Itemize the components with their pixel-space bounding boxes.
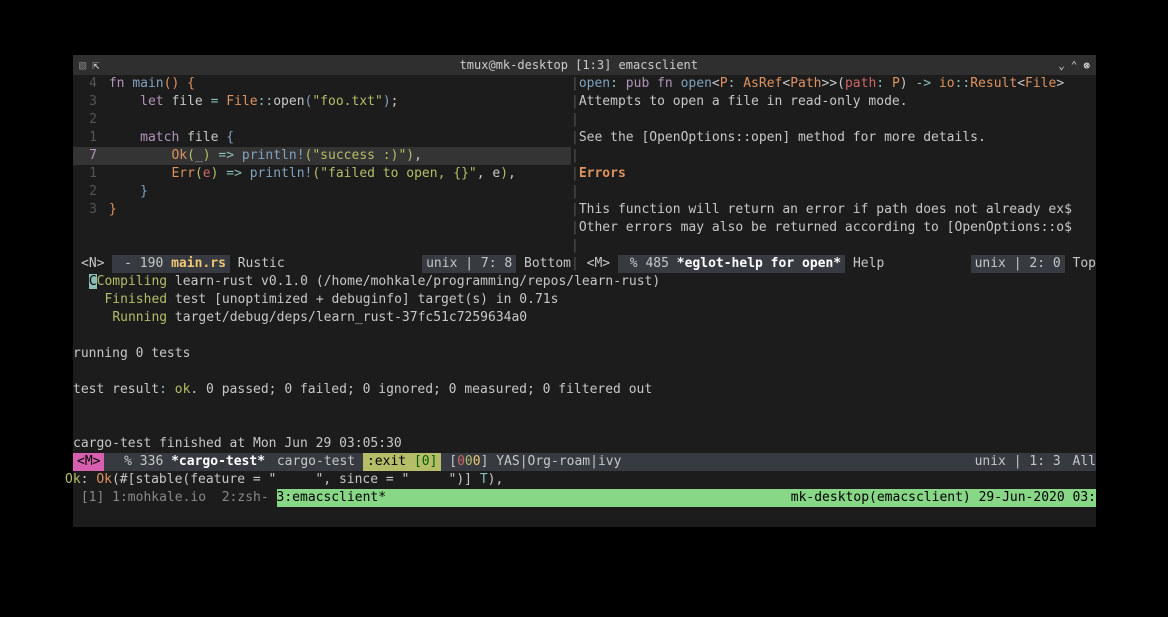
doc-line: Attempts to open a file in read-only mod… bbox=[579, 93, 908, 111]
tmux-window[interactable]: 1:mohkale.io bbox=[112, 489, 222, 507]
window-title: tmux@mk-desktop [1:3] emacsclient bbox=[99, 58, 1058, 72]
maximize-icon[interactable]: ⌃ bbox=[1071, 59, 1078, 72]
tmux-session[interactable]: [1] bbox=[73, 489, 112, 507]
line-number: 2 bbox=[73, 183, 101, 201]
top-split: 4 fn main() { 3 let file = File::open("f… bbox=[73, 75, 1096, 255]
code-content: fn main() { bbox=[101, 75, 571, 93]
buffer-name: *cargo-test* bbox=[171, 454, 265, 469]
titlebar-right-icons: ⌄ ⌃ ⊗ bbox=[1058, 59, 1090, 72]
compile-label: Compiling bbox=[97, 274, 167, 289]
buffer-name: main.rs bbox=[171, 256, 226, 271]
evil-marker: <M> bbox=[73, 453, 104, 471]
line-number: 3 bbox=[73, 93, 101, 111]
finished-line: cargo-test finished at Mon Jun 29 03:05:… bbox=[73, 435, 1096, 453]
running-tests: running 0 tests bbox=[73, 345, 1096, 363]
code-content bbox=[101, 111, 571, 129]
line-number: 2 bbox=[73, 111, 101, 129]
ml-right: <M> % 485 *eglot-help for open* Help uni… bbox=[579, 255, 1096, 273]
app-icon: ▧ bbox=[79, 58, 86, 72]
code-content: match file { bbox=[101, 129, 571, 147]
code-pane[interactable]: 4 fn main() { 3 let file = File::open("f… bbox=[73, 75, 571, 255]
ml-left: <N> - 190 main.rs Rustic unix | 7: 8 Bot… bbox=[73, 255, 571, 273]
evil-marker: <N> bbox=[81, 255, 104, 273]
editor-area: 4 fn main() { 3 let file = File::open("f… bbox=[73, 75, 1096, 527]
code-content: Err(e) => println!("failed to open, {}",… bbox=[101, 165, 571, 183]
minimize-icon[interactable]: ⌄ bbox=[1058, 59, 1065, 72]
line-number: 3 bbox=[73, 201, 101, 219]
minibuffer[interactable]: Ok: Ok(#[stable(feature = " ", since = "… bbox=[65, 471, 1096, 489]
line-number: 7 bbox=[73, 147, 101, 165]
major-mode: cargo-test bbox=[277, 453, 355, 471]
tmux-window[interactable]: 2:zsh- bbox=[222, 489, 277, 507]
doc-line: Other errors may also be returned accord… bbox=[579, 219, 1072, 237]
tmux-window-active[interactable]: 3:emacsclient* bbox=[277, 489, 387, 507]
running-label: Running bbox=[112, 310, 167, 325]
code-content: } bbox=[101, 183, 571, 201]
major-mode: Help bbox=[853, 255, 884, 273]
modeline-cargo: <M> % 336 *cargo-test* cargo-test :exit … bbox=[73, 453, 1096, 471]
line-number: 1 bbox=[73, 129, 101, 147]
code-content: let file = File::open("foo.txt"); bbox=[101, 93, 571, 111]
finished-label: Finished bbox=[104, 292, 167, 307]
exit-badge: :exit [0] bbox=[363, 453, 441, 471]
help-pane[interactable]: |open: pub fn open<P: AsRef<Path>>(path:… bbox=[571, 75, 1096, 255]
pin-icon[interactable]: ⇱ bbox=[92, 58, 99, 72]
compilation-pane[interactable]: CCompiling learn-rust v0.1.0 (/home/mohk… bbox=[73, 273, 1096, 453]
doc-line: See the [OpenOptions::open] method for m… bbox=[579, 129, 986, 147]
tmux-status: [1] 1:mohkale.io 2:zsh- 3:emacsclient* m… bbox=[73, 489, 1096, 507]
doc-line: open: pub fn open<P: AsRef<Path>>(path: … bbox=[579, 75, 1064, 93]
code-content: Ok(_) => println!("success :)"), bbox=[101, 147, 571, 165]
modeline-row: <N> - 190 main.rs Rustic unix | 7: 8 Bot… bbox=[73, 255, 1096, 273]
line-number: 4 bbox=[73, 75, 101, 93]
evil-marker: <M> bbox=[587, 255, 610, 273]
titlebar-left-icons: ▧ ⇱ bbox=[79, 58, 99, 72]
terminal-window: ▧ ⇱ tmux@mk-desktop [1:3] emacsclient ⌄ … bbox=[73, 55, 1096, 527]
major-mode: Rustic bbox=[238, 255, 285, 273]
doc-errors-heading: Errors bbox=[579, 165, 626, 183]
buffer-name: *eglot-help for open* bbox=[677, 256, 841, 271]
line-number: 1 bbox=[73, 165, 101, 183]
close-icon[interactable]: ⊗ bbox=[1083, 59, 1090, 72]
titlebar: ▧ ⇱ tmux@mk-desktop [1:3] emacsclient ⌄ … bbox=[73, 55, 1096, 75]
doc-line: This function will return an error if pa… bbox=[579, 201, 1072, 219]
tmux-right: mk-desktop(emacsclient) 29-Jun-2020 03: bbox=[791, 489, 1096, 507]
code-content: } bbox=[101, 201, 571, 219]
